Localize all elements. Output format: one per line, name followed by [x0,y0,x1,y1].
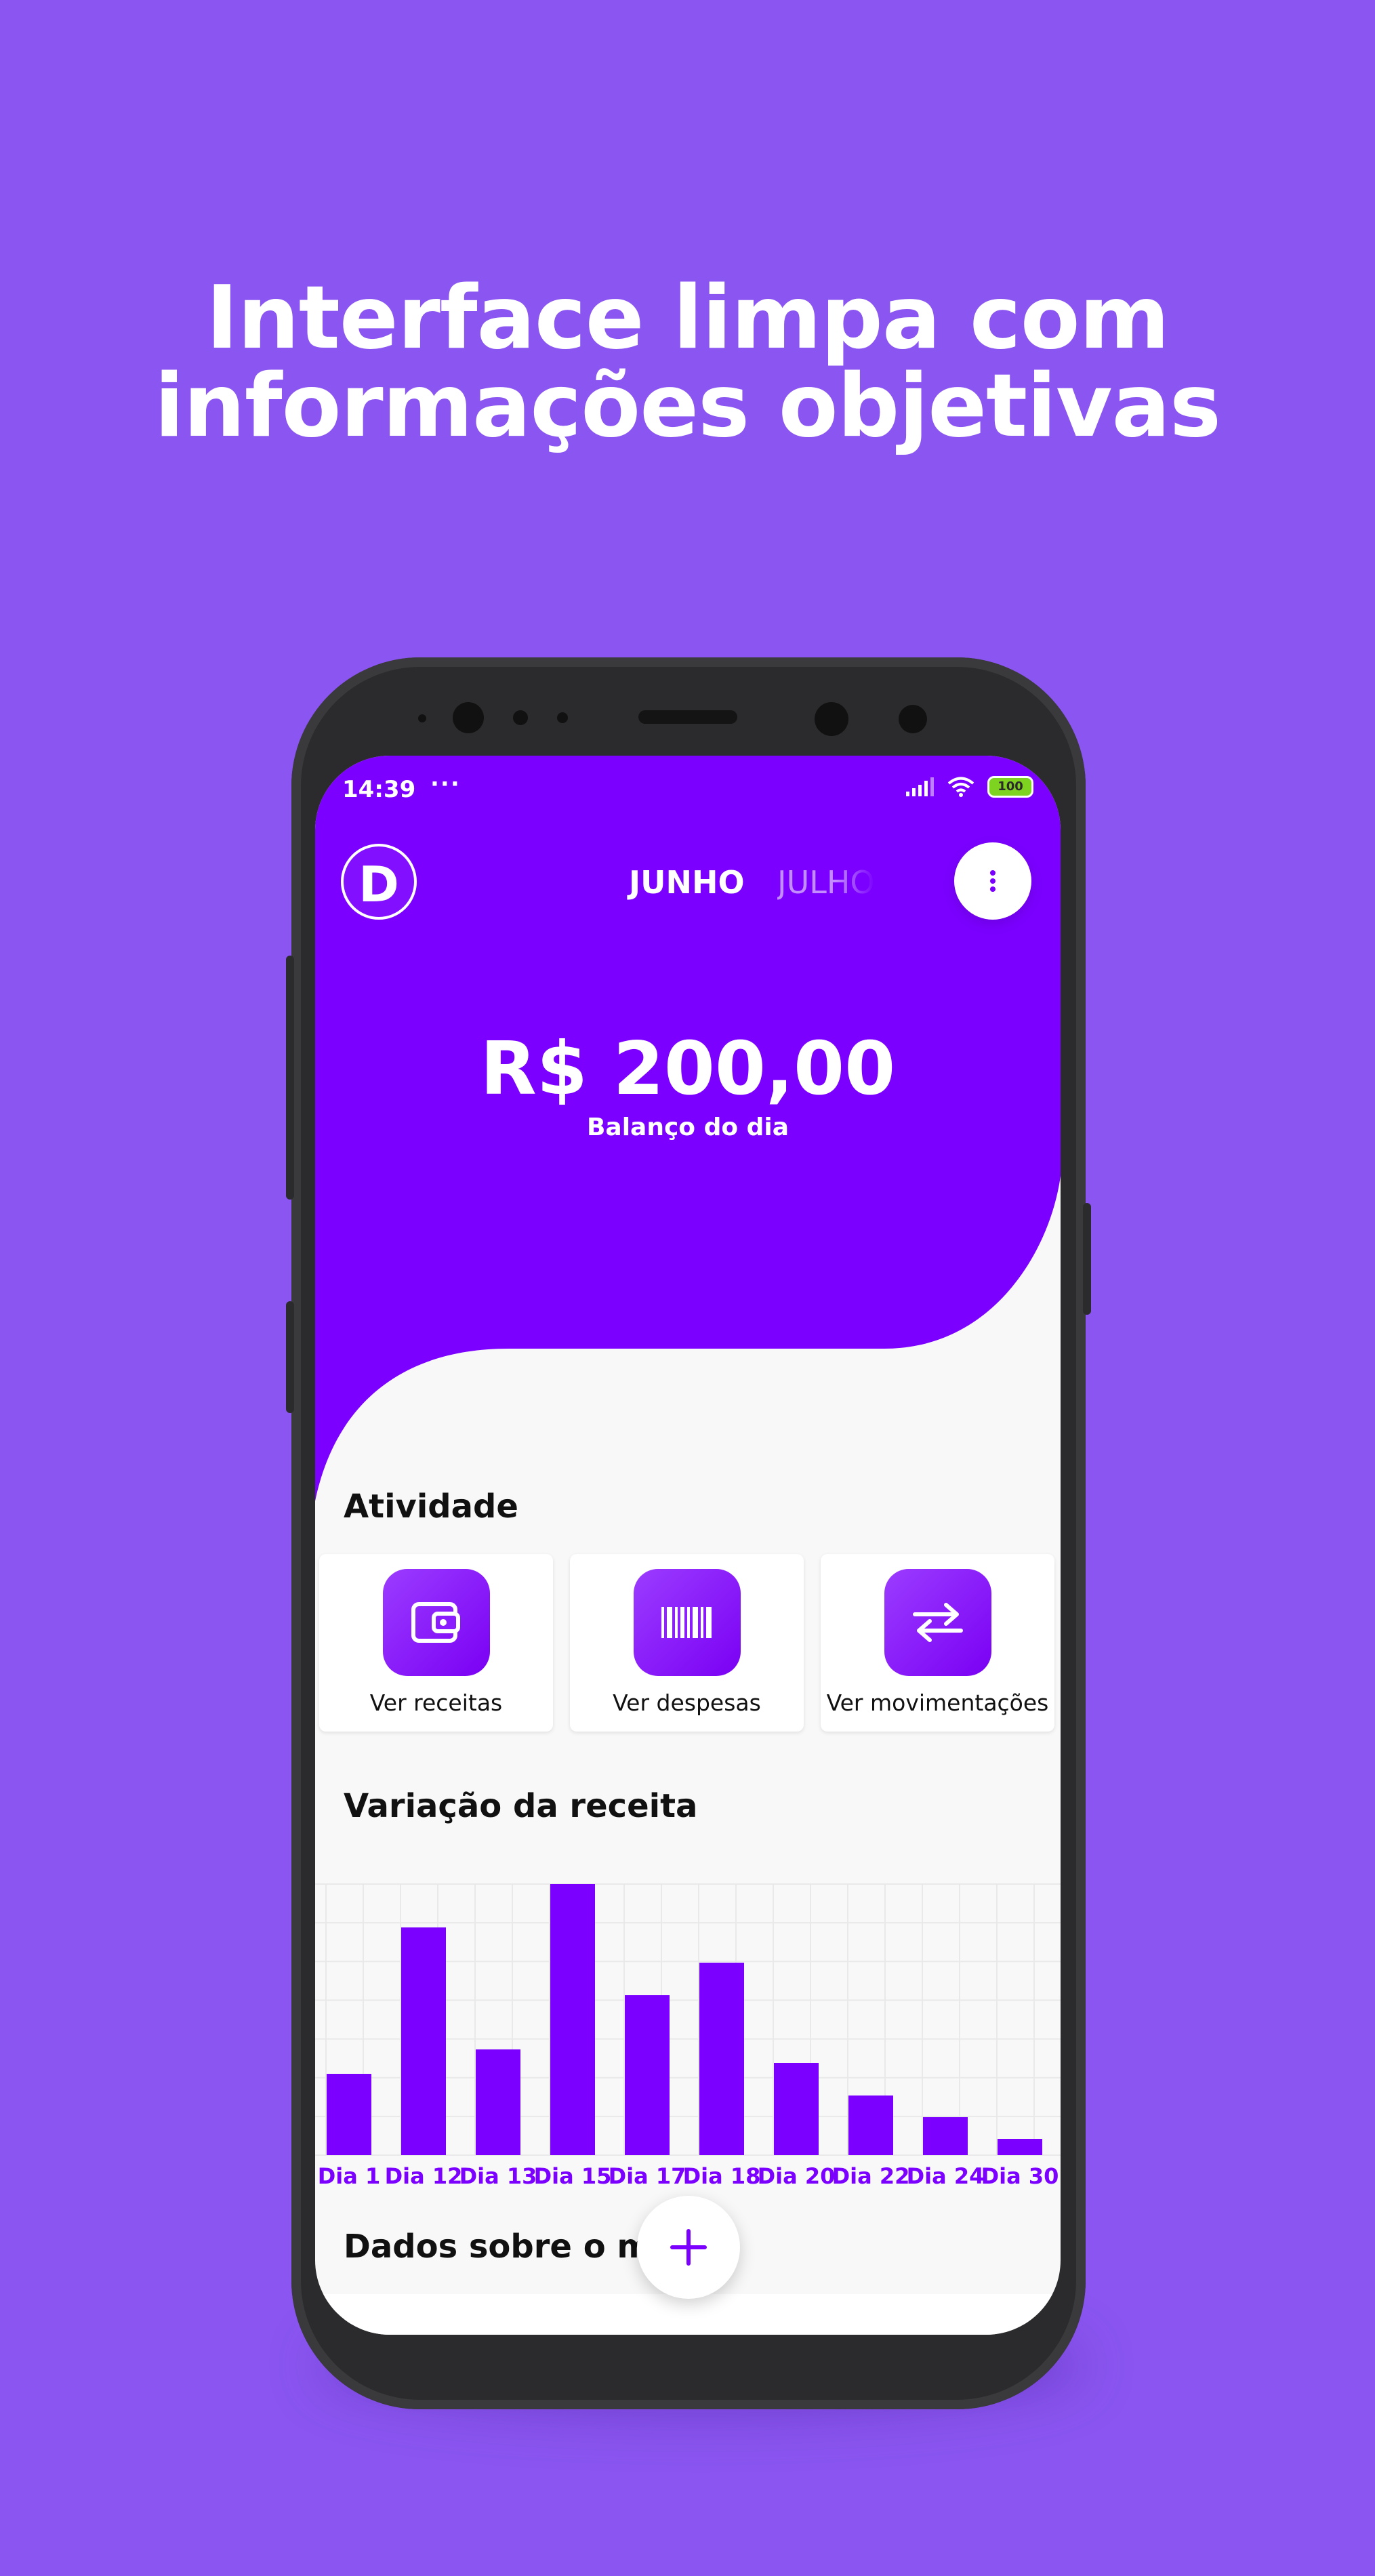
x-tick-label: Dia 24 [907,2163,985,2189]
card-view-expenses[interactable]: Ver despesas [570,1554,804,1732]
balance-label: Balanço do dia [586,1113,789,1141]
signal-icon [906,777,934,796]
x-tick-label: Dia 12 [385,2163,463,2189]
avatar[interactable]: D [341,844,417,920]
plus-icon [670,2229,707,2266]
headline-line-2: informações objetivas [154,356,1221,457]
x-tick-label: Dia 17 [609,2163,686,2189]
card-label: Ver receitas [369,1690,503,1716]
activity-title: Atividade [344,1488,518,1526]
x-tick-label: Dia 1 [318,2163,381,2189]
x-tick-label: Dia 15 [534,2163,612,2189]
revenue-title: Variação da receita [344,1787,698,1825]
front-camera [453,702,484,733]
phone-power-button [1083,1203,1091,1315]
front-sensor [513,710,528,725]
more-vertical-icon [990,870,996,892]
chart-bar [923,2117,968,2155]
card-view-transactions[interactable]: Ver movimentações [821,1554,1054,1732]
chart-bar [625,1995,670,2155]
add-button[interactable] [637,2196,740,2299]
x-tick-label: Dia 22 [832,2163,910,2189]
chart-bar [774,2063,819,2155]
x-tick-label: Dia 13 [459,2163,537,2189]
x-tick-label: Dia 20 [758,2163,836,2189]
status-time: 14:39 [342,776,416,803]
status-bar: 14:39 ··· 100 [342,771,1033,810]
chart-bar [998,2139,1042,2155]
front-sensor [418,714,426,722]
chart-bar [401,1927,446,2155]
x-tick-label: Dia 18 [683,2163,761,2189]
card-label: Ver movimentações [826,1690,1049,1716]
balance-value: R$ 200,00 [480,1027,896,1111]
chart-bar [699,1963,744,2155]
tab-month-current[interactable]: JUNHO [629,864,745,901]
front-sensor [557,712,568,723]
front-camera [899,705,927,733]
more-options-button[interactable] [954,842,1031,920]
phone-side-button [286,956,294,1200]
wifi-icon [947,777,974,797]
chart-bar [327,2074,371,2155]
front-camera [815,702,848,736]
wallet-icon [383,1569,490,1676]
battery-icon: 100 [987,776,1033,798]
card-label: Ver despesas [613,1690,761,1716]
headline-line-1: Interface limpa com [205,268,1170,369]
transfer-arrows-icon [884,1569,991,1676]
earpiece-speaker [638,710,737,724]
phone-side-button [286,1301,294,1413]
tab-month-next[interactable]: JULHO [777,864,875,901]
barcode-icon [634,1569,741,1676]
x-tick-label: Dia 30 [981,2163,1059,2189]
status-more-icon: ··· [430,771,461,798]
bottom-card-strip [315,2294,1061,2335]
chart-bar [550,1884,595,2155]
app-screen: 14:39 ··· 100 D JUNHO JULHO R$ 200,00 Ba… [315,756,1061,2335]
chart-bar [476,2049,520,2155]
card-view-income[interactable]: Ver receitas [319,1554,553,1732]
chart-bar [848,2095,893,2155]
